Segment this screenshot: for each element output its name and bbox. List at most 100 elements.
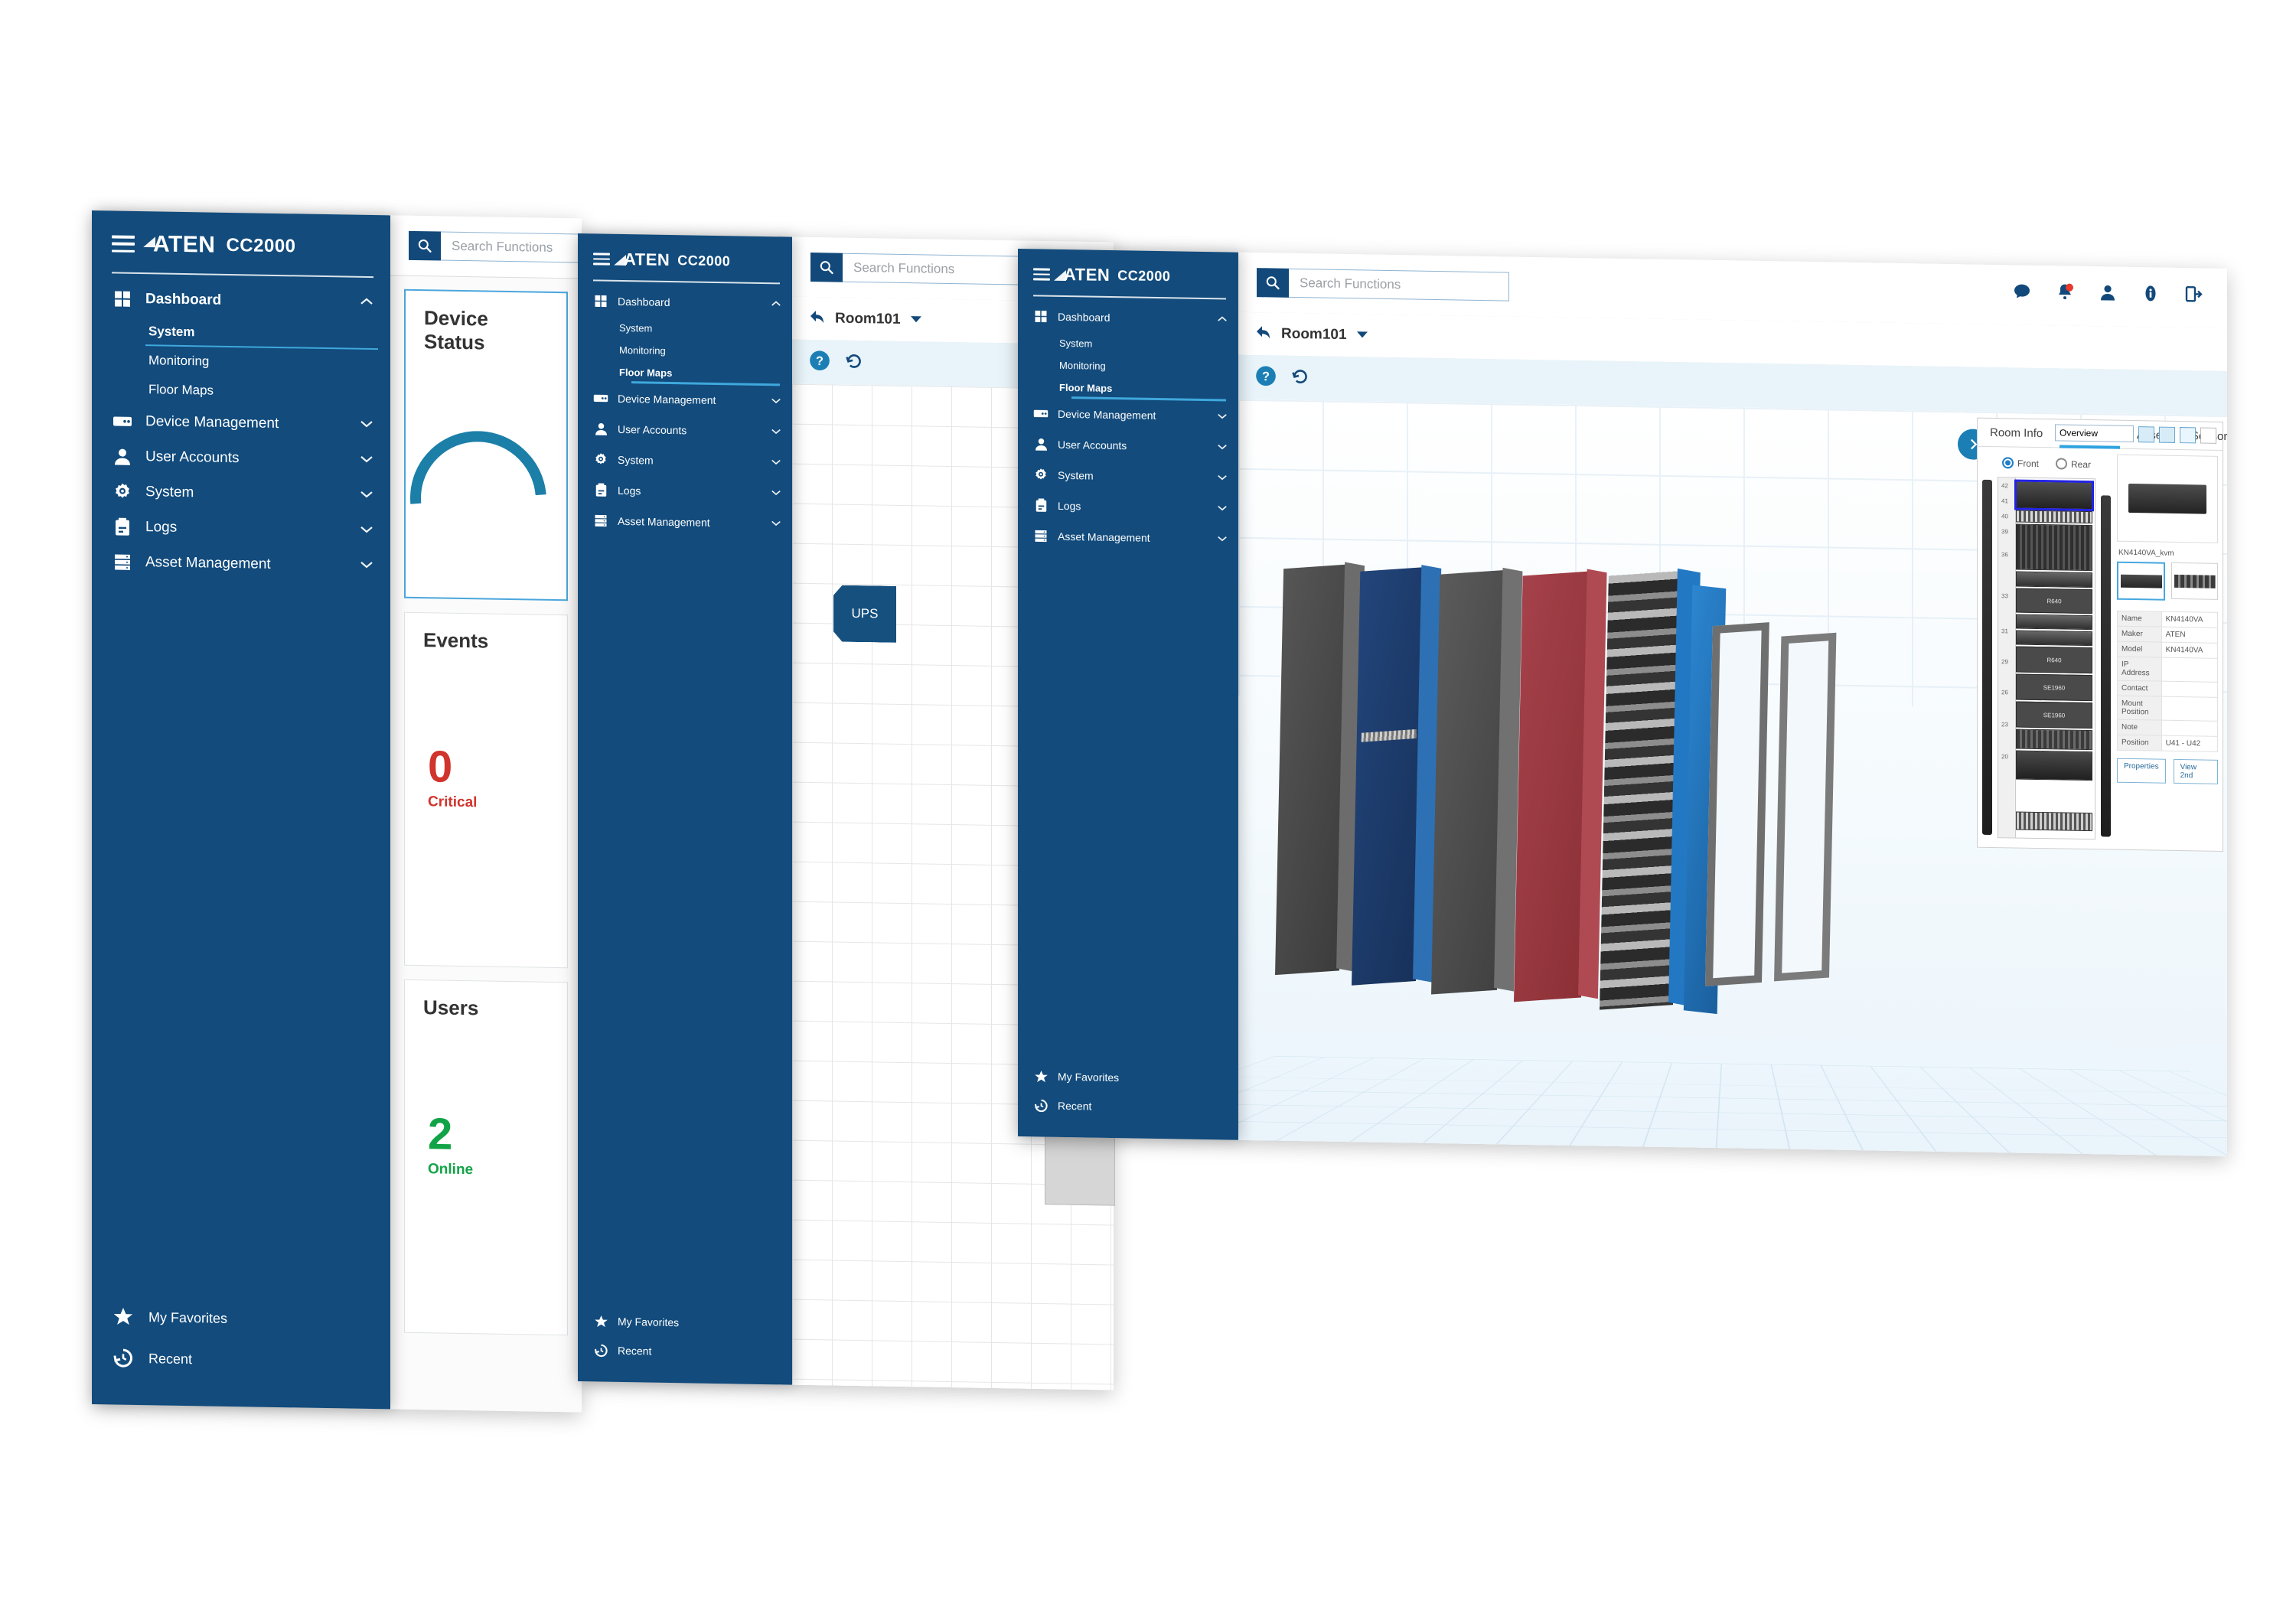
rack-3d-2[interactable] (1352, 565, 1442, 986)
rack-unit[interactable] (2016, 523, 2092, 572)
view-mode-select[interactable]: Overview (2055, 424, 2134, 443)
chevron-down-icon[interactable] (360, 419, 375, 432)
search-bar-3[interactable]: Search Functions (1257, 268, 1509, 302)
rack-unit[interactable]: R640 (2016, 646, 2092, 674)
sidebar-item-asset-management[interactable]: Asset Management (1018, 520, 1238, 555)
sidebar-item-my-favorites[interactable]: My Favorites (1018, 1061, 1238, 1094)
sidebar-subitem-floor-maps[interactable]: Floor Maps (578, 360, 792, 386)
rotate-icon[interactable] (2180, 426, 2196, 443)
chevron-down-icon[interactable] (1217, 409, 1228, 423)
card-events[interactable]: Events 0 Critical (404, 611, 568, 969)
sidebar-item-recent[interactable]: Recent (1018, 1090, 1238, 1123)
chat-icon[interactable] (2013, 282, 2033, 302)
sidebar-subitem-floor-maps[interactable]: Floor Maps (1018, 376, 1238, 402)
back-arrow-icon[interactable] (1255, 324, 1272, 344)
rack-unit[interactable] (2016, 729, 2092, 751)
logout-icon[interactable] (2184, 285, 2204, 305)
chevron-down-icon[interactable] (771, 425, 781, 438)
chevron-up-icon[interactable] (771, 297, 781, 311)
rack-unit[interactable]: SE1960 (2016, 701, 2092, 729)
chevron-down-icon[interactable] (1217, 532, 1228, 546)
zoom-out-icon[interactable] (2159, 426, 2175, 443)
refresh-icon[interactable] (844, 350, 864, 374)
sidebar-subitem-system[interactable]: System (1018, 331, 1238, 357)
rack-elevation[interactable]: 42 41 40 39 36 33 31 29 26 23 20 R640 R6… (1998, 477, 2095, 840)
hamburger-icon[interactable] (593, 253, 610, 266)
sidebar-item-system[interactable]: System (92, 474, 390, 513)
back-arrow-icon[interactable] (809, 308, 826, 328)
sidebar-subitem-monitoring[interactable]: Monitoring (92, 345, 390, 379)
help-icon[interactable]: ? (809, 349, 830, 374)
search-icon[interactable] (409, 230, 441, 261)
sidebar-item-system[interactable]: System (1018, 459, 1238, 494)
rack-unit[interactable] (2016, 614, 2092, 631)
chevron-down-icon[interactable] (771, 455, 781, 469)
chevron-down-icon[interactable] (771, 486, 781, 500)
thumbnail-front[interactable] (2117, 561, 2165, 601)
rack-unit[interactable] (2016, 811, 2092, 832)
rack-unit[interactable] (2016, 750, 2092, 781)
rack-unit[interactable] (2016, 630, 2092, 647)
chevron-down-icon[interactable] (360, 489, 375, 503)
chevron-down-icon[interactable] (360, 524, 375, 538)
chevron-up-icon[interactable] (360, 296, 375, 310)
info-icon[interactable] (2141, 284, 2161, 304)
floormap-node-ups[interactable]: UPS (833, 585, 896, 643)
rack-3d-6-frame[interactable] (1705, 622, 1769, 986)
sidebar-subitem-system[interactable]: System (92, 316, 390, 350)
sidebar-item-user-accounts[interactable]: User Accounts (1018, 429, 1238, 463)
rack-3d-1[interactable] (1275, 562, 1365, 976)
radio-front[interactable]: Front (2001, 457, 2039, 469)
sidebar-subitem-monitoring[interactable]: Monitoring (578, 338, 792, 364)
account-icon[interactable] (2099, 283, 2118, 303)
sidebar-item-device-management[interactable]: Device Management (1018, 398, 1238, 432)
chevron-down-icon[interactable] (360, 559, 375, 573)
help-icon[interactable]: ? (1255, 365, 1277, 390)
zoom-in-icon[interactable] (2138, 425, 2154, 443)
rack-3d-4[interactable] (1514, 569, 1607, 1002)
sidebar-item-asset-management[interactable]: Asset Management (92, 544, 390, 584)
sidebar-item-user-accounts[interactable]: User Accounts (92, 438, 390, 478)
sidebar-item-dashboard[interactable]: Dashboard (1018, 301, 1238, 335)
rack-3d-7-frame[interactable] (1774, 632, 1837, 982)
rack-unit[interactable]: SE1960 (2016, 673, 2092, 702)
chevron-down-icon[interactable] (1217, 471, 1228, 484)
sidebar-item-user-accounts[interactable]: User Accounts (578, 413, 792, 448)
card-users[interactable]: Users 2 Online (404, 979, 568, 1336)
sidebar-item-recent[interactable]: Recent (578, 1335, 792, 1368)
sidebar-item-device-management[interactable]: Device Management (578, 383, 792, 417)
chevron-down-icon[interactable] (1356, 328, 1368, 342)
bell-icon[interactable] (2056, 282, 2076, 302)
chevron-down-icon[interactable] (771, 517, 781, 530)
sidebar-item-dashboard[interactable]: Dashboard (578, 285, 792, 320)
sidebar-item-logs[interactable]: Logs (578, 474, 792, 509)
chevron-down-icon[interactable] (360, 454, 375, 468)
sidebar-item-recent[interactable]: Recent (92, 1337, 390, 1383)
sidebar-item-dashboard[interactable]: Dashboard (92, 281, 390, 321)
refresh-icon[interactable] (1290, 366, 1310, 390)
search-input-3[interactable]: Search Functions (1289, 268, 1509, 302)
sidebar-item-system[interactable]: System (578, 444, 792, 478)
chevron-down-icon[interactable] (1217, 440, 1228, 454)
sidebar-item-logs[interactable]: Logs (92, 509, 390, 549)
sidebar-subitem-system[interactable]: System (578, 316, 792, 342)
search-icon[interactable] (1257, 268, 1289, 298)
sidebar-item-my-favorites[interactable]: My Favorites (578, 1306, 792, 1339)
search-icon[interactable] (810, 253, 843, 282)
rack-unit[interactable] (2016, 510, 2092, 524)
hamburger-icon[interactable] (1033, 268, 1050, 281)
card-device-status[interactable]: Device Status (390, 288, 575, 601)
sidebar-item-logs[interactable]: Logs (1018, 490, 1238, 524)
hamburger-icon[interactable] (112, 235, 135, 253)
properties-button[interactable]: Properties (2117, 758, 2166, 784)
view-2nd-button[interactable]: View 2nd (2173, 758, 2218, 784)
sidebar-item-device-management[interactable]: Device Management (92, 403, 390, 443)
chevron-up-icon[interactable] (1217, 312, 1228, 326)
sidebar-subitem-floor-maps[interactable]: Floor Maps (92, 374, 390, 408)
sidebar-subitem-monitoring[interactable]: Monitoring (1018, 354, 1238, 380)
reset-icon[interactable] (2200, 426, 2216, 444)
rack-unit[interactable]: R640 (2016, 588, 2092, 614)
chevron-down-icon[interactable] (910, 313, 922, 327)
rack-unit-selected[interactable] (2014, 479, 2094, 512)
sidebar-item-asset-management[interactable]: Asset Management (578, 505, 792, 539)
